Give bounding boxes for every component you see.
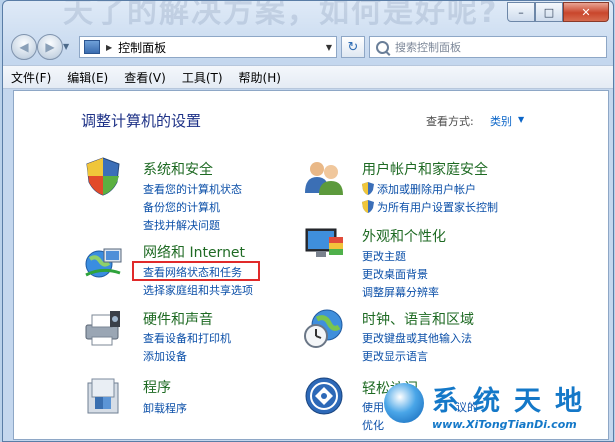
link-backup-computer[interactable]: 备份您的计算机: [143, 199, 220, 215]
control-panel-icon: [84, 40, 100, 54]
navigation-bar: ◀ ▶ ▼ ▶ 控制面板 ▼ ↻ 搜索控制面板: [3, 34, 613, 60]
watermark-url: www.XiTongTianDi.com: [432, 418, 577, 431]
link-change-keyboard[interactable]: 更改键盘或其他输入法: [362, 330, 472, 346]
uac-shield-icon: [362, 200, 374, 213]
category-title-appearance[interactable]: 外观和个性化: [362, 226, 446, 246]
network-globe-icon: [85, 248, 122, 278]
search-icon: [376, 40, 389, 54]
category-title-hardware-sound[interactable]: 硬件和声音: [143, 309, 213, 329]
close-button[interactable]: ✕: [563, 2, 609, 22]
menu-file[interactable]: 文件(F): [3, 69, 59, 86]
breadcrumb-chevron-icon[interactable]: ▶: [106, 43, 112, 52]
appearance-monitor-icon: [305, 228, 343, 257]
address-bar[interactable]: ▶ 控制面板 ▼: [79, 36, 337, 58]
caption-buttons: – □ ✕: [507, 2, 609, 22]
refresh-icon: ↻: [347, 39, 359, 55]
category-title-clock-region[interactable]: 时钟、语言和区域: [362, 309, 474, 329]
search-placeholder: 搜索控制面板: [395, 41, 461, 54]
watermark-name: 系统天地: [432, 386, 596, 417]
site-watermark: 系统天地 www.XiTongTianDi.com: [380, 379, 608, 437]
view-by-caret-icon[interactable]: ▼: [518, 115, 524, 124]
menu-bar: 文件(F) 编辑(E) 查看(V) 工具(T) 帮助(H): [3, 65, 613, 89]
back-arrow-icon: ◀: [19, 40, 29, 54]
category-title-network-internet[interactable]: 网络和 Internet: [143, 242, 245, 262]
forward-button[interactable]: ▶: [37, 34, 63, 60]
link-add-device[interactable]: 添加设备: [143, 348, 187, 364]
link-view-computer-status[interactable]: 查看您的计算机状态: [143, 181, 242, 197]
menu-tools[interactable]: 工具(T): [174, 69, 231, 86]
users-icon: [305, 162, 343, 195]
link-troubleshoot[interactable]: 查找并解决问题: [143, 217, 220, 233]
category-title-programs[interactable]: 程序: [143, 377, 171, 397]
page-title: 调整计算机的设置: [81, 112, 202, 130]
content-pane: 调整计算机的设置 查看方式: 类别 ▼ 系统和安全 查看您的计算机状态 备份您的…: [13, 90, 609, 440]
minimize-button[interactable]: –: [507, 2, 535, 22]
category-title-user-accounts[interactable]: 用户帐户和家庭安全: [362, 159, 488, 179]
forward-arrow-icon: ▶: [45, 40, 55, 54]
link-change-theme[interactable]: 更改主题: [362, 248, 406, 264]
control-panel-window: 天了的解决方案，如何是好呢? – □ ✕ ◀ ▶ ▼ ▶ 控制面板 ▼ ↻ 搜索…: [2, 0, 614, 442]
link-text: 为所有用户设置家长控制: [377, 201, 498, 214]
link-add-remove-users[interactable]: 添加或删除用户帐户: [362, 181, 476, 197]
printer-icon: [85, 311, 120, 346]
programs-icon: [87, 378, 119, 414]
search-input[interactable]: 搜索控制面板: [369, 36, 607, 58]
breadcrumb-control-panel[interactable]: 控制面板: [118, 39, 166, 56]
menu-view[interactable]: 查看(V): [116, 69, 174, 86]
menu-edit[interactable]: 编辑(E): [59, 69, 116, 86]
uac-shield-icon: [362, 182, 374, 195]
menu-help[interactable]: 帮助(H): [231, 69, 289, 86]
ease-of-access-icon: [305, 377, 343, 415]
link-text: 添加或删除用户帐户: [377, 183, 476, 196]
security-shield-icon: [86, 157, 120, 196]
title-bar-background-text: 天了的解决方案，如何是好呢?: [63, 0, 499, 30]
back-button[interactable]: ◀: [11, 34, 37, 60]
highlight-annotation-box: [132, 261, 260, 281]
maximize-button[interactable]: □: [535, 2, 563, 22]
link-change-background[interactable]: 更改桌面背景: [362, 266, 428, 282]
link-homegroup-sharing[interactable]: 选择家庭组和共享选项: [143, 282, 253, 298]
category-title-system-security[interactable]: 系统和安全: [143, 159, 213, 179]
view-by-label: 查看方式:: [426, 115, 474, 128]
link-change-display-language[interactable]: 更改显示语言: [362, 348, 428, 364]
watermark-logo-icon: [384, 383, 424, 423]
link-screen-resolution[interactable]: 调整屏幕分辨率: [362, 284, 439, 300]
refresh-button[interactable]: ↻: [341, 36, 365, 58]
clock-globe-icon: [304, 309, 343, 348]
link-uninstall-program[interactable]: 卸载程序: [143, 400, 187, 416]
recent-pages-dropdown-icon[interactable]: ▼: [63, 42, 69, 51]
address-dropdown-icon[interactable]: ▼: [326, 43, 332, 52]
link-parental-controls[interactable]: 为所有用户设置家长控制: [362, 199, 498, 215]
link-devices-printers[interactable]: 查看设备和打印机: [143, 330, 231, 346]
view-by-dropdown[interactable]: 类别: [490, 113, 512, 129]
